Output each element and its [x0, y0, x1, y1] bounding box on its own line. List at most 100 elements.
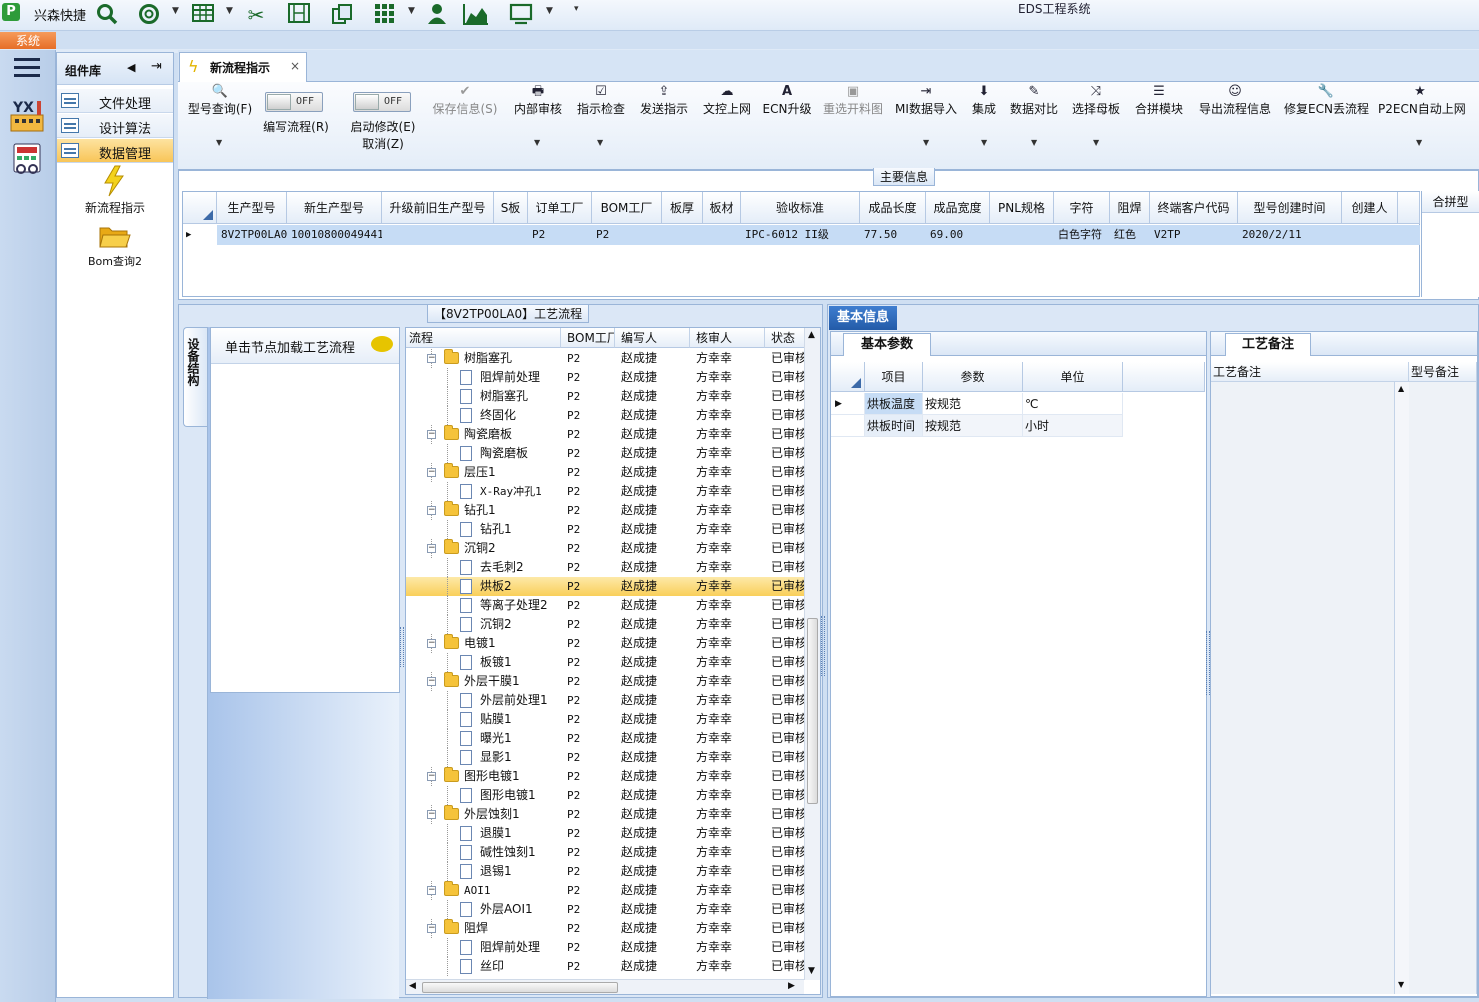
horizontal-scrollbar[interactable]: ◀ ▶ [406, 979, 804, 994]
tree-step-row[interactable]: 树脂塞孔 P2 赵成捷 方幸幸 已审核 [406, 387, 804, 406]
cell-new-model[interactable]: 10010800049441 [287, 225, 382, 245]
tree-group-row[interactable]: − 沉铜2 P2 赵成捷 方幸幸 已审核 [406, 539, 804, 558]
collapse-icon[interactable]: − [427, 468, 436, 477]
column-header[interactable]: 订单工厂 [528, 192, 592, 224]
save-info-button[interactable]: ✔ 保存信息(S) [430, 84, 500, 117]
scroll-up-icon[interactable]: ▲ [1398, 384, 1404, 393]
cell-solder-mask[interactable]: 红色 [1110, 225, 1150, 245]
param-item-cell[interactable]: 烘板温度 [865, 393, 923, 415]
collapse-icon[interactable]: − [427, 430, 436, 439]
chevron-down-icon[interactable]: ▼ [172, 6, 179, 16]
reselect-cut-chart-button[interactable]: ▣ 重选开料图 [820, 84, 886, 117]
param-unit-cell[interactable]: ℃ [1023, 393, 1123, 415]
chevron-down-icon[interactable]: ▼ [1031, 138, 1037, 147]
vertical-scrollbar[interactable]: ▲ ▼ [1395, 382, 1409, 994]
cell-bom-factory[interactable]: P2 [592, 225, 662, 245]
tree-group-row[interactable]: − 外层蚀刻1 P2 赵成捷 方幸幸 已审核 [406, 805, 804, 824]
menu-icon[interactable] [14, 58, 40, 78]
collapse-icon[interactable]: − [427, 354, 436, 363]
collapse-icon[interactable]: − [427, 677, 436, 686]
tree-group-row[interactable]: − AOI1 P2 赵成捷 方幸幸 已审核 [406, 881, 804, 900]
copy-icon[interactable] [329, 3, 355, 27]
tree-step-row[interactable]: 碱性蚀刻1 P2 赵成捷 方幸幸 已审核 [406, 843, 804, 862]
column-header[interactable]: BOM工厂 [592, 192, 662, 224]
tree-step-row[interactable]: 终固化 P2 赵成捷 方幸幸 已审核 [406, 406, 804, 425]
cell-created-time[interactable]: 2020/2/11 [1238, 225, 1342, 245]
cell-thickness[interactable] [662, 225, 703, 245]
pin-panel-icon[interactable]: ⇥ [151, 59, 162, 74]
merge-module-button[interactable]: ☰ 合拼模块 [1133, 84, 1185, 117]
cell-customer-code[interactable]: V2TP [1150, 225, 1238, 245]
repair-ecn-process-button[interactable]: 🔧 修复ECN丢流程 [1284, 84, 1369, 117]
tree-step-row[interactable]: 退锡1 P2 赵成捷 方幸幸 已审核 [406, 862, 804, 881]
tree-step-row[interactable]: 贴膜1 P2 赵成捷 方幸幸 已审核 [406, 710, 804, 729]
chevron-down-icon[interactable]: ▼ [534, 138, 540, 147]
doc-control-online-button[interactable]: ☁ 文控上网 [699, 84, 755, 117]
search-icon[interactable] [94, 3, 120, 27]
scroll-down-icon[interactable]: ▼ [1398, 980, 1404, 989]
column-header[interactable]: PNL规格 [990, 192, 1054, 224]
column-header[interactable]: 状态 [765, 328, 805, 348]
p2ecn-auto-online-button[interactable]: ★ P2ECN自动上网 [1378, 84, 1466, 117]
param-unit-cell[interactable]: 小时 [1023, 415, 1123, 437]
cell-acceptance[interactable]: IPC-6012 II级 [741, 225, 860, 245]
calculator-icon[interactable] [10, 142, 44, 176]
tree-group-row[interactable]: − 阻焊 P2 赵成捷 方幸幸 已审核 [406, 919, 804, 938]
lifebuoy-icon[interactable] [136, 3, 162, 27]
tree-group-row[interactable]: − 树脂塞孔 P2 赵成捷 方幸幸 已审核 [406, 349, 804, 368]
tab-new-process[interactable]: ϟ 新流程指示 × [179, 52, 307, 82]
cell-model[interactable]: 8V2TP00LA0 [217, 225, 287, 245]
column-header[interactable]: 参数 [923, 362, 1023, 392]
ecn-upgrade-button[interactable]: A ECN升级 [762, 84, 812, 117]
tree-step-row[interactable]: 陶瓷磨板 P2 赵成捷 方幸幸 已审核 [406, 444, 804, 463]
column-header[interactable]: 流程 [406, 328, 561, 348]
send-instruction-button[interactable]: ⇪ 发送指示 [636, 84, 692, 117]
chevron-down-icon[interactable]: ▼ [226, 6, 233, 16]
collapse-left-icon[interactable]: ◀ [127, 61, 135, 74]
tree-step-row[interactable]: 烘板2 P2 赵成捷 方幸幸 已审核 [406, 577, 804, 596]
scroll-down-icon[interactable]: ▼ [808, 966, 815, 976]
column-header[interactable]: 验收标准 [741, 192, 860, 224]
tree-step-row[interactable]: 显影1 P2 赵成捷 方幸幸 已审核 [406, 748, 804, 767]
system-menu-tab[interactable]: 系统 [0, 32, 56, 50]
grid-icon[interactable] [372, 3, 398, 27]
cell-order-factory[interactable]: P2 [528, 225, 592, 245]
tree-step-row[interactable]: X-Ray冲孔1 P2 赵成捷 方幸幸 已审核 [406, 482, 804, 501]
collapse-icon[interactable]: − [427, 506, 436, 515]
merge-model-header[interactable]: 合拼型 [1422, 191, 1479, 213]
tree-step-row[interactable]: 板镀1 P2 赵成捷 方幸幸 已审核 [406, 653, 804, 672]
column-header[interactable]: 生产型号 [217, 192, 287, 224]
tree-group-row[interactable]: − 陶瓷磨板 P2 赵成捷 方幸幸 已审核 [406, 425, 804, 444]
data-compare-button[interactable]: ✎ 数据对比 [1008, 84, 1060, 117]
scissors-icon[interactable]: ✂ [243, 3, 269, 27]
chevron-down-icon[interactable]: ▼ [923, 138, 929, 147]
vertical-scrollbar[interactable]: ▲ ▼ [804, 328, 820, 980]
sidebar-item-data-management[interactable]: 数据管理 [57, 139, 173, 163]
chevron-down-icon[interactable]: ▼ [981, 138, 987, 147]
folder-open-icon[interactable] [99, 223, 131, 252]
collapse-icon[interactable]: − [427, 639, 436, 648]
tab-equipment-structure[interactable]: 设备结构 [183, 327, 207, 427]
start-modify-toggle[interactable]: OFF [353, 92, 411, 112]
chevron-down-icon[interactable]: ▼ [1416, 138, 1422, 147]
param-item-cell[interactable]: 烘板时间 [865, 415, 923, 437]
chevron-down-icon[interactable]: ▼ [408, 6, 415, 16]
cell-width[interactable]: 69.00 [926, 225, 990, 245]
splitter-grip[interactable] [400, 627, 404, 667]
model-query-button[interactable]: 🔍 型号查询(F) [184, 84, 256, 117]
process-note-field[interactable] [1211, 382, 1395, 994]
column-header[interactable]: 型号备注 [1409, 362, 1477, 382]
tree-step-row[interactable]: 阻焊前处理 P2 赵成捷 方幸幸 已审核 [406, 368, 804, 387]
column-header[interactable]: 项目 [865, 362, 923, 392]
tree-step-row[interactable]: 曝光1 P2 赵成捷 方幸幸 已审核 [406, 729, 804, 748]
scrollbar-thumb[interactable] [422, 982, 618, 993]
column-header[interactable]: 工艺备注 [1211, 362, 1409, 382]
tool-bom-query2[interactable]: Bom查询2 [57, 253, 173, 269]
column-header[interactable]: BOM工厂 [561, 328, 615, 348]
tool-new-process[interactable]: 新流程指示 [57, 199, 173, 216]
scrollbar-thumb[interactable] [807, 618, 818, 804]
tree-step-row[interactable]: 沉铜2 P2 赵成捷 方幸幸 已审核 [406, 615, 804, 634]
tab-basic-params[interactable]: 基本参数 [843, 333, 931, 356]
collapse-icon[interactable]: − [427, 810, 436, 819]
column-header[interactable]: 终端客户代码 [1150, 192, 1238, 224]
